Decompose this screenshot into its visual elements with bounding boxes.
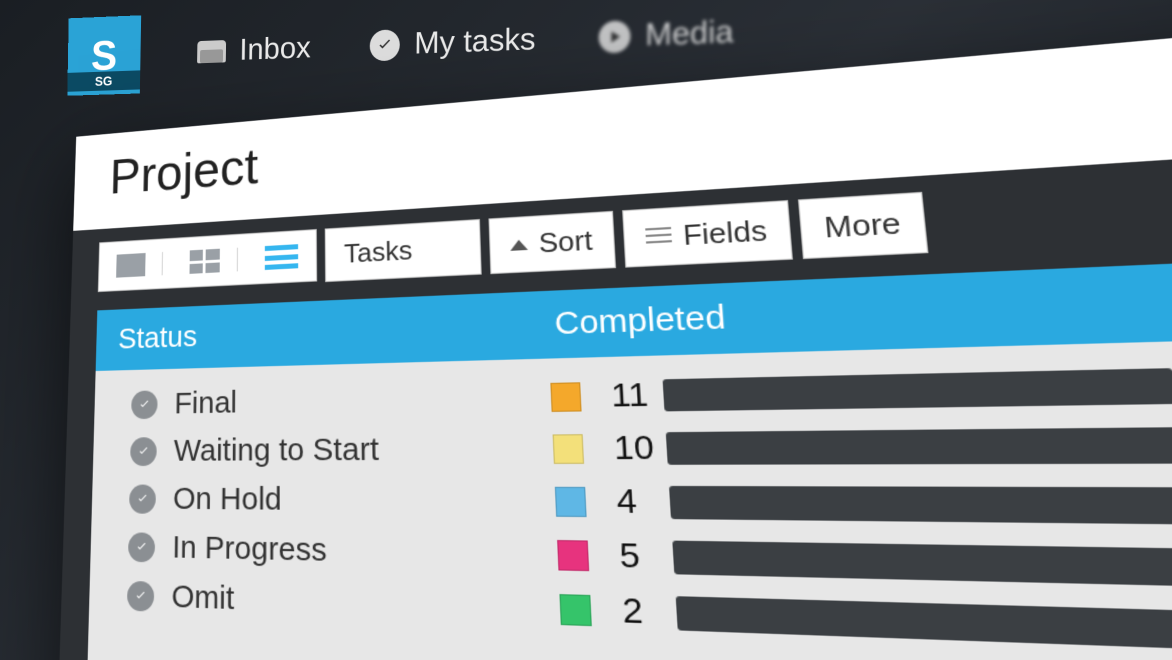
view-switcher <box>98 229 317 292</box>
status-label: In Progress <box>155 530 559 576</box>
checkmark-circle-icon <box>128 532 155 562</box>
view-card-button[interactable] <box>99 252 163 279</box>
status-label: Omit <box>154 578 561 629</box>
nav-media[interactable]: Media <box>598 14 733 55</box>
checkmark-circle-icon <box>130 437 157 466</box>
checkmark-circle-icon <box>129 485 156 514</box>
progress-bar <box>666 427 1172 465</box>
color-swatch <box>555 487 587 517</box>
color-swatch <box>559 594 591 626</box>
checkmark-circle-icon <box>370 29 400 61</box>
checkmark-circle-icon <box>127 581 154 612</box>
progress-bar <box>672 541 1172 587</box>
view-grid-button[interactable] <box>172 248 238 275</box>
status-label: Final <box>157 378 552 421</box>
status-table: Status Completed Final 11 34% Waiting to… <box>88 258 1172 660</box>
tasks-dropdown[interactable]: Tasks <box>325 219 482 282</box>
sort-button[interactable]: Sort <box>488 211 615 274</box>
progress-bar <box>663 368 1172 411</box>
logo-tag: SG <box>67 70 140 91</box>
sort-label: Sort <box>538 224 593 260</box>
status-count: 11 <box>580 376 653 416</box>
col-completed[interactable]: Completed <box>526 258 1172 359</box>
project-panel: Project Tasks <box>53 26 1172 660</box>
more-button[interactable]: More <box>798 192 929 259</box>
color-swatch <box>553 434 584 464</box>
nav-mytasks[interactable]: My tasks <box>370 22 536 64</box>
fields-label: Fields <box>682 214 768 253</box>
grid-view-icon <box>189 249 219 274</box>
more-label: More <box>823 206 903 246</box>
color-swatch <box>550 382 581 412</box>
checkmark-circle-icon <box>131 390 158 419</box>
progress-bar <box>669 486 1172 525</box>
fields-icon <box>645 226 672 247</box>
status-count: 5 <box>588 536 663 578</box>
status-count: 4 <box>585 482 659 522</box>
nav-inbox-label: Inbox <box>239 31 311 68</box>
fields-button[interactable]: Fields <box>622 200 793 268</box>
status-label: On Hold <box>155 481 556 521</box>
nav-inbox[interactable]: Inbox <box>197 31 311 70</box>
nav-media-label: Media <box>645 14 733 54</box>
status-label: Waiting to Start <box>156 430 554 469</box>
color-swatch <box>557 540 589 571</box>
progress-bar <box>676 596 1172 649</box>
status-count: 10 <box>582 429 655 469</box>
status-count: 2 <box>590 590 665 633</box>
app-logo[interactable]: S SG <box>67 15 141 95</box>
top-nav: S SG Inbox My tasks Media <box>67 0 733 96</box>
col-status[interactable]: Status <box>96 292 529 371</box>
card-view-icon <box>116 253 145 278</box>
view-list-button[interactable] <box>247 243 316 271</box>
list-view-icon <box>265 244 298 270</box>
chevron-up-icon <box>510 239 528 251</box>
inbox-icon <box>197 40 226 63</box>
play-circle-icon <box>598 20 630 53</box>
tasks-label: Tasks <box>344 234 413 269</box>
nav-mytasks-label: My tasks <box>414 22 536 62</box>
